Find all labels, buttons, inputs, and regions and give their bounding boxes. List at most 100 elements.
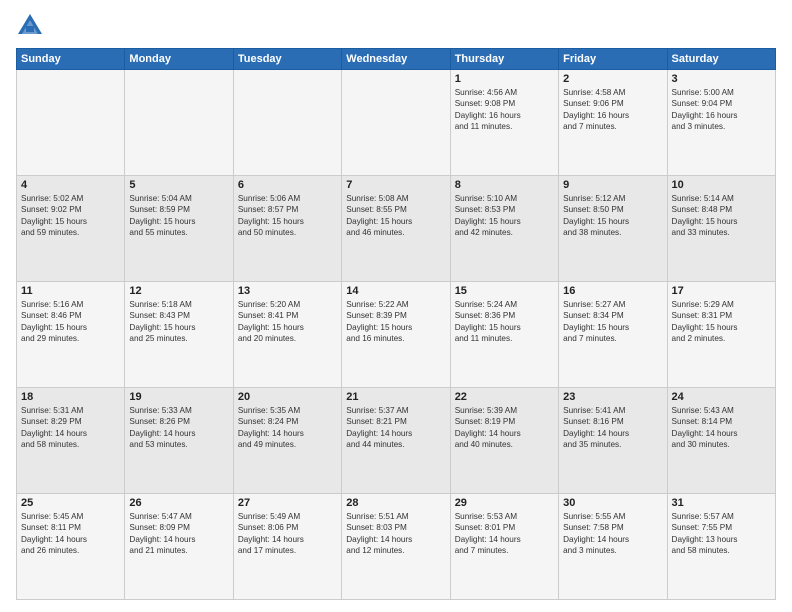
day-number: 24 <box>672 391 771 403</box>
calendar-cell: 10 Sunrise: 5:14 AM Sunset: 8:48 PM Dayli… <box>667 176 775 282</box>
day-info: Sunrise: 5:00 AM Sunset: 9:04 PM Dayligh… <box>672 87 771 133</box>
day-number: 2 <box>563 73 662 85</box>
calendar-cell: 24 Sunrise: 5:43 AM Sunset: 8:14 PM Dayli… <box>667 388 775 494</box>
day-info: Sunrise: 5:35 AM Sunset: 8:24 PM Dayligh… <box>238 405 337 451</box>
day-number: 25 <box>21 497 120 509</box>
day-info: Sunrise: 5:57 AM Sunset: 7:55 PM Dayligh… <box>672 511 771 557</box>
calendar-table: SundayMondayTuesdayWednesdayThursdayFrid… <box>16 48 776 600</box>
calendar-cell: 29 Sunrise: 5:53 AM Sunset: 8:01 PM Dayli… <box>450 494 558 600</box>
calendar-cell: 28 Sunrise: 5:51 AM Sunset: 8:03 PM Dayli… <box>342 494 450 600</box>
calendar-cell: 4 Sunrise: 5:02 AM Sunset: 9:02 PM Daylig… <box>17 176 125 282</box>
day-info: Sunrise: 5:55 AM Sunset: 7:58 PM Dayligh… <box>563 511 662 557</box>
calendar-cell <box>342 70 450 176</box>
calendar-cell: 23Sunrise: 5:41 AM Sunset: 8:16 PM Dayli… <box>559 388 667 494</box>
day-number: 31 <box>672 497 771 509</box>
day-number: 23 <box>563 391 662 403</box>
calendar-week-3: 11 Sunrise: 5:16 AM Sunset: 8:46 PM Dayli… <box>17 282 776 388</box>
day-number: 4 <box>21 179 120 191</box>
calendar-week-2: 4 Sunrise: 5:02 AM Sunset: 9:02 PM Daylig… <box>17 176 776 282</box>
calendar-cell: 16 Sunrise: 5:27 AM Sunset: 8:34 PM Dayli… <box>559 282 667 388</box>
calendar-cell: 1 Sunrise: 4:56 AM Sunset: 9:08 PM Daylig… <box>450 70 558 176</box>
header <box>16 12 776 40</box>
calendar-header-monday: Monday <box>125 49 233 70</box>
day-info: Sunrise: 5:10 AM Sunset: 8:53 PM Dayligh… <box>455 193 554 239</box>
day-info: Sunrise: 5:14 AM Sunset: 8:48 PM Dayligh… <box>672 193 771 239</box>
calendar-cell: 27 Sunrise: 5:49 AM Sunset: 8:06 PM Dayli… <box>233 494 341 600</box>
day-info: Sunrise: 5:47 AM Sunset: 8:09 PM Dayligh… <box>129 511 228 557</box>
day-number: 11 <box>21 285 120 297</box>
calendar-header-sunday: Sunday <box>17 49 125 70</box>
day-info: Sunrise: 5:02 AM Sunset: 9:02 PM Dayligh… <box>21 193 120 239</box>
day-info: Sunrise: 5:29 AM Sunset: 8:31 PM Dayligh… <box>672 299 771 345</box>
day-number: 1 <box>455 73 554 85</box>
calendar-cell: 21 Sunrise: 5:37 AM Sunset: 8:21 PM Dayli… <box>342 388 450 494</box>
day-number: 26 <box>129 497 228 509</box>
day-number: 12 <box>129 285 228 297</box>
day-number: 22 <box>455 391 554 403</box>
calendar-header-row: SundayMondayTuesdayWednesdayThursdayFrid… <box>17 49 776 70</box>
day-number: 15 <box>455 285 554 297</box>
day-info: Sunrise: 5:51 AM Sunset: 8:03 PM Dayligh… <box>346 511 445 557</box>
calendar-cell: 3 Sunrise: 5:00 AM Sunset: 9:04 PM Daylig… <box>667 70 775 176</box>
day-info: Sunrise: 5:08 AM Sunset: 8:55 PM Dayligh… <box>346 193 445 239</box>
day-info: Sunrise: 4:58 AM Sunset: 9:06 PM Dayligh… <box>563 87 662 133</box>
logo <box>16 12 48 40</box>
calendar-cell: 7 Sunrise: 5:08 AM Sunset: 8:55 PM Daylig… <box>342 176 450 282</box>
day-info: Sunrise: 5:04 AM Sunset: 8:59 PM Dayligh… <box>129 193 228 239</box>
day-info: Sunrise: 5:43 AM Sunset: 8:14 PM Dayligh… <box>672 405 771 451</box>
calendar-cell: 2 Sunrise: 4:58 AM Sunset: 9:06 PM Daylig… <box>559 70 667 176</box>
logo-icon <box>16 12 44 40</box>
calendar-cell: 8Sunrise: 5:10 AM Sunset: 8:53 PM Daylig… <box>450 176 558 282</box>
calendar-header-tuesday: Tuesday <box>233 49 341 70</box>
day-info: Sunrise: 5:20 AM Sunset: 8:41 PM Dayligh… <box>238 299 337 345</box>
day-info: Sunrise: 5:27 AM Sunset: 8:34 PM Dayligh… <box>563 299 662 345</box>
day-number: 29 <box>455 497 554 509</box>
calendar-cell: 17 Sunrise: 5:29 AM Sunset: 8:31 PM Dayli… <box>667 282 775 388</box>
day-info: Sunrise: 5:24 AM Sunset: 8:36 PM Dayligh… <box>455 299 554 345</box>
calendar-cell: 18 Sunrise: 5:31 AM Sunset: 8:29 PM Dayli… <box>17 388 125 494</box>
day-info: Sunrise: 5:39 AM Sunset: 8:19 PM Dayligh… <box>455 405 554 451</box>
calendar-week-5: 25 Sunrise: 5:45 AM Sunset: 8:11 PM Dayli… <box>17 494 776 600</box>
day-number: 14 <box>346 285 445 297</box>
calendar-week-1: 1 Sunrise: 4:56 AM Sunset: 9:08 PM Daylig… <box>17 70 776 176</box>
calendar-cell: 13Sunrise: 5:20 AM Sunset: 8:41 PM Dayli… <box>233 282 341 388</box>
day-number: 7 <box>346 179 445 191</box>
day-info: Sunrise: 5:22 AM Sunset: 8:39 PM Dayligh… <box>346 299 445 345</box>
calendar-cell: 25 Sunrise: 5:45 AM Sunset: 8:11 PM Dayli… <box>17 494 125 600</box>
page: SundayMondayTuesdayWednesdayThursdayFrid… <box>0 0 792 612</box>
calendar-header-friday: Friday <box>559 49 667 70</box>
day-number: 3 <box>672 73 771 85</box>
day-number: 28 <box>346 497 445 509</box>
calendar-cell <box>233 70 341 176</box>
day-info: Sunrise: 5:37 AM Sunset: 8:21 PM Dayligh… <box>346 405 445 451</box>
calendar-cell: 19Sunrise: 5:33 AM Sunset: 8:26 PM Dayli… <box>125 388 233 494</box>
day-number: 21 <box>346 391 445 403</box>
day-info: Sunrise: 5:18 AM Sunset: 8:43 PM Dayligh… <box>129 299 228 345</box>
calendar-cell: 20Sunrise: 5:35 AM Sunset: 8:24 PM Dayli… <box>233 388 341 494</box>
day-info: Sunrise: 5:45 AM Sunset: 8:11 PM Dayligh… <box>21 511 120 557</box>
day-number: 9 <box>563 179 662 191</box>
day-info: Sunrise: 5:06 AM Sunset: 8:57 PM Dayligh… <box>238 193 337 239</box>
day-info: Sunrise: 5:31 AM Sunset: 8:29 PM Dayligh… <box>21 405 120 451</box>
day-info: Sunrise: 5:12 AM Sunset: 8:50 PM Dayligh… <box>563 193 662 239</box>
day-number: 27 <box>238 497 337 509</box>
calendar-cell: 15 Sunrise: 5:24 AM Sunset: 8:36 PM Dayli… <box>450 282 558 388</box>
calendar-cell <box>125 70 233 176</box>
day-info: Sunrise: 4:56 AM Sunset: 9:08 PM Dayligh… <box>455 87 554 133</box>
day-info: Sunrise: 5:49 AM Sunset: 8:06 PM Dayligh… <box>238 511 337 557</box>
calendar-cell: 22 Sunrise: 5:39 AM Sunset: 8:19 PM Dayli… <box>450 388 558 494</box>
calendar-cell: 30 Sunrise: 5:55 AM Sunset: 7:58 PM Dayli… <box>559 494 667 600</box>
day-number: 17 <box>672 285 771 297</box>
day-info: Sunrise: 5:16 AM Sunset: 8:46 PM Dayligh… <box>21 299 120 345</box>
day-number: 6 <box>238 179 337 191</box>
calendar-header-wednesday: Wednesday <box>342 49 450 70</box>
calendar-cell: 5Sunrise: 5:04 AM Sunset: 8:59 PM Daylig… <box>125 176 233 282</box>
day-number: 16 <box>563 285 662 297</box>
calendar-week-4: 18 Sunrise: 5:31 AM Sunset: 8:29 PM Dayli… <box>17 388 776 494</box>
calendar-cell: 6 Sunrise: 5:06 AM Sunset: 8:57 PM Daylig… <box>233 176 341 282</box>
day-number: 18 <box>21 391 120 403</box>
day-number: 10 <box>672 179 771 191</box>
calendar-cell: 12 Sunrise: 5:18 AM Sunset: 8:43 PM Dayli… <box>125 282 233 388</box>
day-info: Sunrise: 5:53 AM Sunset: 8:01 PM Dayligh… <box>455 511 554 557</box>
day-number: 30 <box>563 497 662 509</box>
